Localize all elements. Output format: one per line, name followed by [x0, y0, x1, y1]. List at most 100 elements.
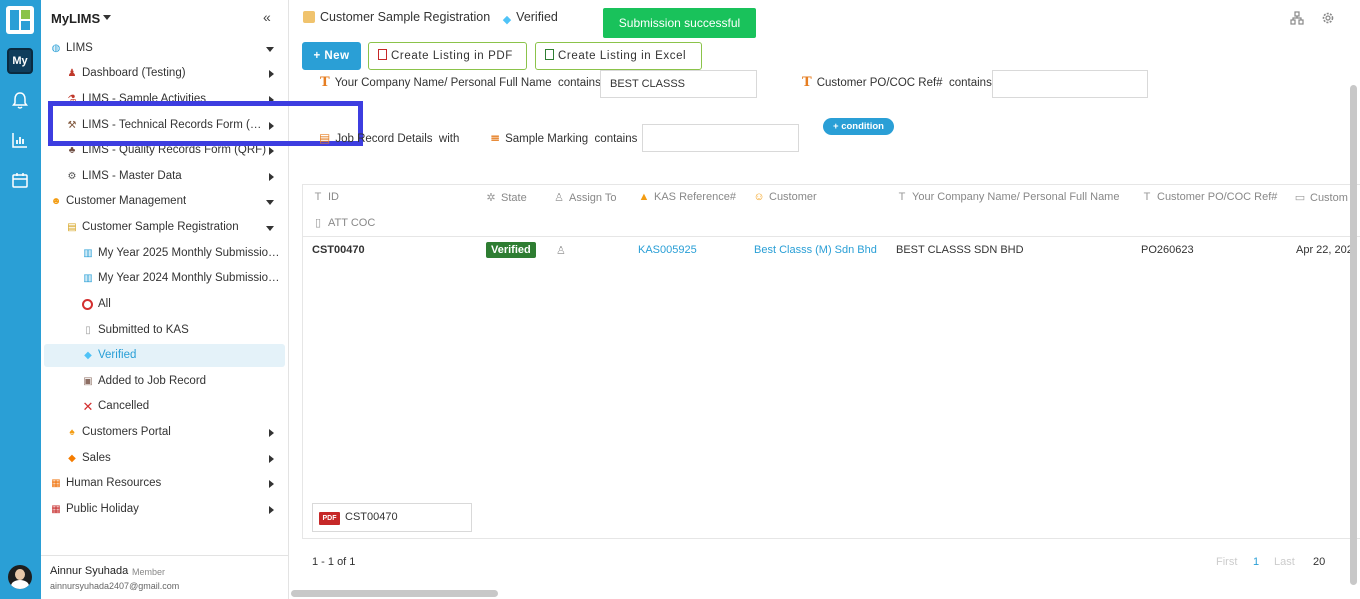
column-header-customer[interactable]: ☺ Customer: [753, 191, 816, 203]
cell-customer[interactable]: Best Classs (M) Sdn Bhd: [754, 244, 877, 256]
sidebar-item-2025-monthly[interactable]: ▥ My Year 2025 Monthly Submission...: [44, 242, 285, 265]
sidebar-item-all[interactable]: All: [44, 293, 285, 316]
attachment-icon: ▯: [314, 217, 322, 229]
people-icon: ♠: [69, 427, 75, 438]
new-button[interactable]: + New: [302, 42, 361, 70]
top-actions: [1276, 11, 1335, 28]
sidebar-item-added-to-job-record[interactable]: ▣ Added to Job Record: [44, 370, 285, 393]
filter-marking-label: ≡ Sample Marking contains: [490, 131, 638, 145]
app-root: My MyLIMS « ◍ LIMS ♟ Dashboard (Testing): [0, 0, 1360, 599]
user-info[interactable]: Ainnur Syuhada Member ainnursyuhada2407@…: [41, 555, 289, 599]
sidebar-item-customer-sample-registration[interactable]: ▤ Customer Sample Registration: [44, 216, 285, 239]
chevron-right-icon: [269, 173, 274, 181]
text-field-icon: T: [1143, 191, 1151, 203]
user-name: Ainnur Syuhada: [50, 565, 129, 577]
my-app-button[interactable]: My: [7, 48, 33, 74]
sidebar-item-2024-monthly[interactable]: ▥ My Year 2024 Monthly Submission...: [44, 267, 285, 290]
lines-icon: ≡: [490, 131, 501, 145]
column-header-id[interactable]: T ID: [312, 191, 339, 203]
pdf-icon: PDF: [319, 512, 340, 525]
horizontal-scrollbar[interactable]: [291, 590, 498, 597]
scroll-icon: ▤: [67, 222, 77, 233]
chevron-right-icon: [269, 506, 274, 514]
column-header-custom-date[interactable]: ▭ Custom: [1294, 191, 1348, 204]
sidebar-item-lims[interactable]: ◍ LIMS: [44, 37, 285, 60]
filter-job-label: ▤ Job Record Details with: [319, 131, 460, 145]
chevron-down-icon: [266, 226, 274, 231]
column-header-state[interactable]: ✲ State: [485, 191, 526, 204]
attachment-filename: CST00470: [345, 511, 398, 523]
list-icon: ▤: [319, 131, 331, 145]
filter-marking-input[interactable]: [642, 124, 799, 152]
breadcrumb-page[interactable]: Customer Sample Registration: [320, 10, 490, 24]
cross-icon: ✕: [82, 399, 94, 414]
settings-icon[interactable]: [1321, 11, 1335, 25]
scroll-icon: [303, 11, 315, 23]
chevron-down-icon: [266, 200, 274, 205]
chevron-right-icon: [269, 455, 274, 463]
bar-chart-icon: ▥: [83, 273, 93, 284]
filter-company-input[interactable]: BEST CLASSS: [600, 70, 757, 98]
page-size[interactable]: 20: [1313, 556, 1325, 568]
sidebar-item-master-data[interactable]: ⚙ LIMS - Master Data: [44, 165, 285, 188]
sidebar-item-dashboard-testing[interactable]: ♟ Dashboard (Testing): [44, 62, 285, 85]
record-count: 1 - 1 of 1: [312, 556, 356, 568]
diamond-icon: ◆: [84, 350, 92, 361]
chevron-right-icon: [269, 147, 274, 155]
user-role: Member: [132, 567, 166, 577]
pagination-first[interactable]: First: [1216, 556, 1237, 568]
create-pdf-button[interactable]: Create Listing in PDF: [368, 42, 527, 70]
smiley-icon: ☻: [50, 196, 62, 207]
add-condition-button[interactable]: + condition: [823, 118, 894, 135]
person-icon: ♙: [554, 192, 564, 204]
text-field-icon: T: [898, 191, 906, 203]
orange-diamond-icon: ◆: [68, 453, 76, 464]
pagination-last[interactable]: Last: [1274, 556, 1295, 568]
text-field-icon: T: [314, 191, 322, 203]
sidebar-item-human-resources[interactable]: ▦ Human Resources: [44, 472, 285, 495]
filter-po-input[interactable]: [992, 70, 1148, 98]
sidebar-item-cancelled[interactable]: ✕ Cancelled: [44, 395, 285, 418]
vertical-scrollbar[interactable]: [1350, 85, 1357, 585]
filter-po-label: T Customer PO/COC Ref# contains: [802, 75, 992, 90]
user-avatar[interactable]: [8, 565, 32, 589]
app-logo[interactable]: [6, 6, 34, 34]
bell-icon[interactable]: [10, 90, 30, 110]
hierarchy-icon[interactable]: [1290, 11, 1304, 25]
column-header-po-ref[interactable]: T Customer PO/COC Ref#: [1141, 191, 1278, 203]
create-excel-button[interactable]: Create Listing in Excel: [535, 42, 702, 70]
quality-icon: ♣: [68, 145, 76, 156]
collapse-sidebar-icon[interactable]: «: [263, 9, 271, 25]
analytics-icon[interactable]: [10, 130, 30, 150]
column-header-company[interactable]: T Your Company Name/ Personal Full Name: [896, 191, 1120, 203]
column-header-att-coc[interactable]: ▯ ATT COC: [312, 216, 375, 229]
sidebar-item-verified[interactable]: ◆ Verified: [44, 344, 285, 367]
records-table: T ID ✲ State ♙ Assign To ▲ KAS Reference# ☺ C…: [302, 184, 1360, 539]
status-badge: Verified: [486, 242, 536, 258]
cell-id[interactable]: CST00470: [312, 244, 365, 256]
calendar-icon[interactable]: [10, 170, 30, 190]
attachment-pdf-chip[interactable]: PDF CST00470: [312, 503, 472, 532]
filter-company-label: T Your Company Name/ Personal Full Name c…: [320, 75, 601, 90]
bar-chart-icon: ▥: [83, 248, 93, 259]
main-content: Customer Sample Registration ◆ Verified S…: [289, 0, 1360, 599]
customer-icon: ☺: [753, 191, 765, 203]
globe-icon: ◍: [51, 43, 61, 54]
inbox-icon: ▣: [83, 376, 93, 387]
sidebar-item-customers-portal[interactable]: ♠ Customers Portal: [44, 421, 285, 444]
column-header-kas-reference[interactable]: ▲ KAS Reference#: [638, 191, 736, 203]
app-name[interactable]: MyLIMS: [51, 11, 100, 26]
pagination-page[interactable]: 1: [1253, 556, 1259, 568]
icon-rail: My: [0, 0, 41, 599]
assign-to-person-icon[interactable]: ♙: [556, 244, 566, 257]
cell-kas-reference[interactable]: KAS005925: [638, 244, 697, 256]
sidebar-item-customer-management[interactable]: ☻ Customer Management: [44, 190, 285, 213]
sidebar-item-sales[interactable]: ◆ Sales: [44, 447, 285, 470]
sidebar-item-submitted-to-kas[interactable]: ▯ Submitted to KAS: [44, 319, 285, 342]
gear-icon: ⚙: [67, 171, 77, 182]
column-header-assign-to[interactable]: ♙ Assign To: [553, 191, 616, 204]
breadcrumb: Customer Sample Registration ◆ Verified: [303, 10, 558, 26]
app-menu-caret-icon[interactable]: [103, 15, 111, 20]
excel-file-icon: [545, 49, 554, 60]
sidebar-item-public-holiday[interactable]: ▦ Public Holiday: [44, 498, 285, 521]
